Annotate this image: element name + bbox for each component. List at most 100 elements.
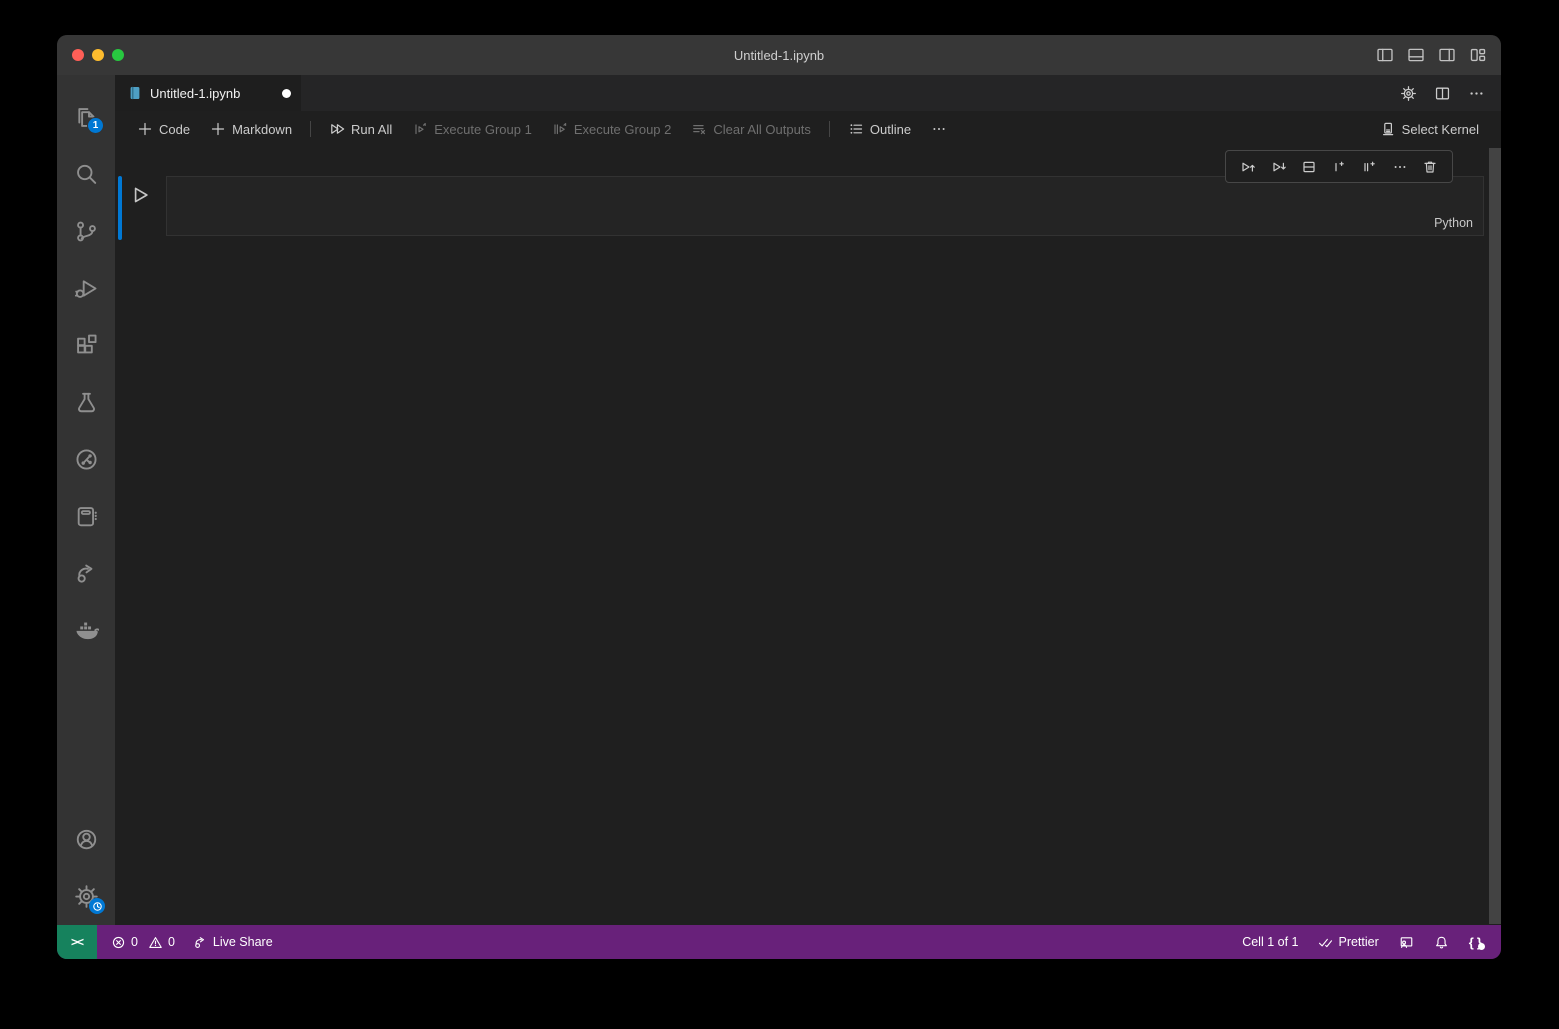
add-code-cell-button[interactable]: Code	[129, 117, 198, 141]
cell-more-actions-icon[interactable]	[1392, 159, 1408, 175]
cell-position-label: Cell 1 of 1	[1242, 935, 1298, 949]
select-kernel-label: Select Kernel	[1402, 122, 1479, 137]
kernel-icon	[1380, 121, 1396, 137]
window-title: Untitled-1.ipynb	[734, 48, 824, 63]
tab-untitled-ipynb[interactable]: Untitled-1.ipynb	[115, 75, 301, 111]
sidebar-item-explorer[interactable]: 1	[62, 89, 110, 146]
minimize-window-button[interactable]	[92, 49, 104, 61]
run-all-button[interactable]: Run All	[321, 117, 400, 141]
toolbar-more-button[interactable]	[923, 117, 955, 141]
cell-code-editor[interactable]: Python	[166, 176, 1484, 236]
toolbar-separator	[310, 121, 311, 137]
warning-count: 0	[168, 935, 175, 949]
sidebar-item-run-debug[interactable]	[62, 260, 110, 317]
notebook-settings-gear-icon[interactable]	[1400, 85, 1417, 102]
account-icon	[74, 827, 99, 852]
check-all-icon	[1318, 935, 1333, 950]
cell-toolbar	[1225, 150, 1453, 183]
sidebar-item-testing[interactable]	[62, 374, 110, 431]
add-markdown-cell-button[interactable]: Markdown	[202, 117, 300, 141]
sidebar-item-extensions[interactable]	[62, 317, 110, 374]
live-share-item[interactable]: Live Share	[193, 935, 273, 950]
feedback-item[interactable]	[1399, 935, 1414, 950]
plus-icon	[210, 121, 226, 137]
customize-layout-icon[interactable]	[1469, 46, 1487, 64]
run-all-icon	[329, 121, 345, 137]
remote-indicator[interactable]: ><	[57, 925, 97, 959]
person-board-icon	[1399, 935, 1414, 950]
toggle-panel-icon[interactable]	[1407, 46, 1425, 64]
vertical-scrollbar[interactable]	[1489, 148, 1501, 924]
settings-update-badge	[89, 898, 105, 914]
execute-cell-and-below-icon[interactable]	[1271, 159, 1287, 175]
execute-group-2-button[interactable]: Execute Group 2	[544, 117, 680, 141]
main-area: 1	[57, 75, 1501, 925]
settings-button[interactable]	[62, 868, 110, 925]
outline-button[interactable]: Outline	[840, 117, 919, 141]
more-actions-icon	[931, 121, 947, 137]
cell-focus-bar	[118, 176, 122, 240]
notebook-toolbar: Code Markdown Run All Exec	[115, 111, 1501, 147]
select-kernel-button[interactable]: Select Kernel	[1372, 117, 1487, 141]
sidebar-item-notebook[interactable]	[62, 488, 110, 545]
warning-icon	[148, 935, 163, 950]
execute-group-2-icon	[552, 121, 568, 137]
tab-bar: Untitled-1.ipynb	[115, 75, 1501, 111]
notebook-icon	[74, 504, 99, 529]
toggle-secondary-sidebar-icon[interactable]	[1438, 46, 1456, 64]
braces-indicator[interactable]: { }	[1469, 935, 1483, 950]
live-share-icon	[74, 561, 99, 586]
run-cell-button[interactable]	[129, 184, 153, 208]
add-to-group-2-icon[interactable]	[1361, 159, 1377, 175]
cell-gutter	[115, 176, 166, 236]
status-bar-right: Cell 1 of 1 Prettier	[1242, 935, 1501, 950]
run-debug-icon	[74, 276, 99, 301]
traffic-lights	[72, 35, 124, 75]
bell-icon	[1434, 935, 1449, 950]
more-actions-icon[interactable]	[1468, 85, 1485, 102]
play-icon	[129, 184, 151, 206]
sidebar-item-live-share[interactable]	[62, 545, 110, 602]
delete-cell-icon[interactable]	[1422, 159, 1438, 175]
cell-language-picker[interactable]: Python	[1434, 216, 1473, 230]
clear-all-outputs-button[interactable]: Clear All Outputs	[683, 117, 819, 141]
split-cell-icon[interactable]	[1301, 159, 1317, 175]
live-share-label: Live Share	[213, 935, 273, 949]
split-editor-icon[interactable]	[1434, 85, 1451, 102]
notebook-editor: Python	[115, 147, 1501, 925]
execute-above-cells-icon[interactable]	[1240, 159, 1256, 175]
sidebar-item-search[interactable]	[62, 146, 110, 203]
execute-group-1-label: Execute Group 1	[434, 122, 532, 137]
extensions-icon	[74, 333, 99, 358]
git-graph-icon	[74, 447, 99, 472]
problems-item[interactable]: 0 0	[111, 935, 175, 950]
prettier-item[interactable]: Prettier	[1318, 935, 1378, 950]
activity-bar: 1	[57, 75, 115, 925]
sidebar-item-docker[interactable]	[62, 602, 110, 659]
sidebar-item-git-graph[interactable]	[62, 431, 110, 488]
status-bar: >< 0 0 Live Share Cell 1 of 1	[57, 925, 1501, 959]
execute-group-1-button[interactable]: Execute Group 1	[404, 117, 540, 141]
run-all-label: Run All	[351, 122, 392, 137]
sidebar-item-source-control[interactable]	[62, 203, 110, 260]
live-share-status-icon	[193, 935, 208, 950]
tab-label: Untitled-1.ipynb	[150, 86, 275, 101]
toolbar-separator	[829, 121, 830, 137]
clear-all-outputs-label: Clear All Outputs	[713, 122, 811, 137]
clock-icon	[92, 901, 103, 912]
execute-group-1-icon	[412, 121, 428, 137]
close-window-button[interactable]	[72, 49, 84, 61]
accounts-button[interactable]	[62, 811, 110, 868]
add-to-group-1-icon[interactable]	[1331, 159, 1347, 175]
zoom-window-button[interactable]	[112, 49, 124, 61]
explorer-badge: 1	[87, 117, 104, 134]
beaker-icon	[74, 390, 99, 415]
toggle-primary-sidebar-icon[interactable]	[1376, 46, 1394, 64]
cell-position-item[interactable]: Cell 1 of 1	[1242, 935, 1298, 949]
notebook-file-icon	[127, 85, 143, 101]
notifications-item[interactable]	[1434, 935, 1449, 950]
editor-column: Untitled-1.ipynb	[115, 75, 1501, 925]
list-icon	[848, 121, 864, 137]
plus-icon	[137, 121, 153, 137]
unsaved-changes-dot[interactable]	[282, 89, 291, 98]
